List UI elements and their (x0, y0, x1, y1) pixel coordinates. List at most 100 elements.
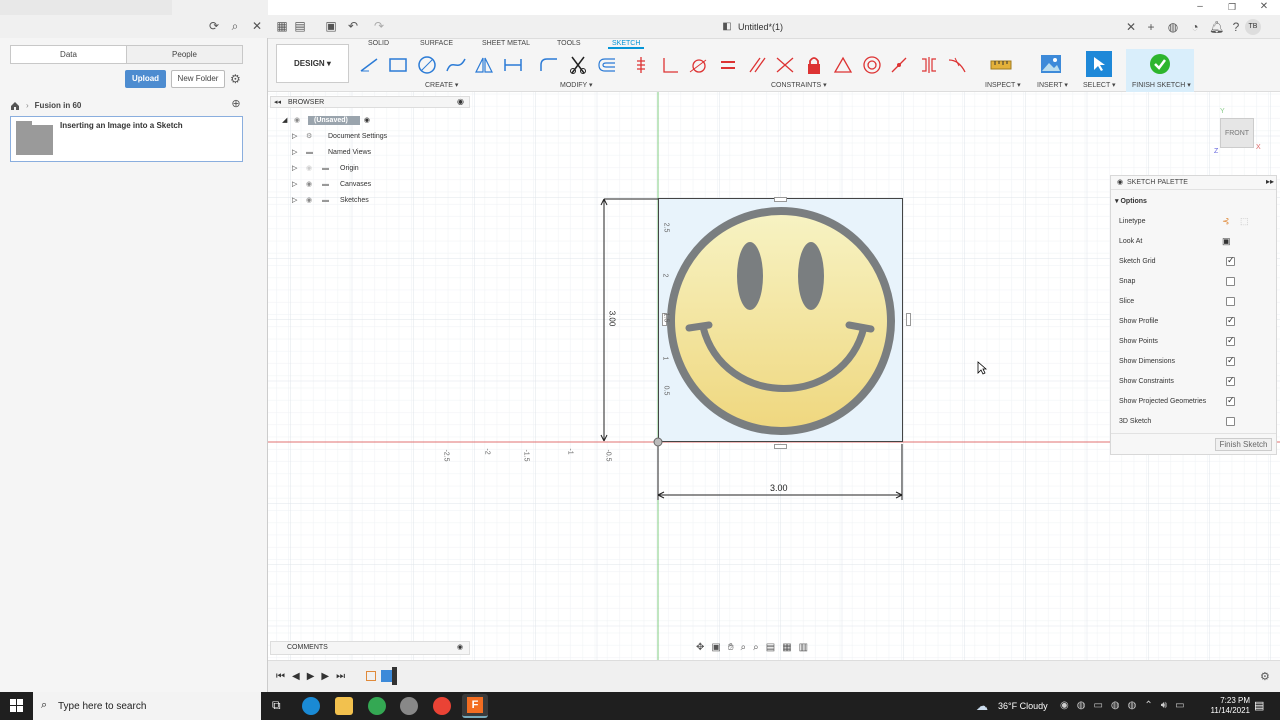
tab-tools[interactable]: TOOLS (557, 40, 581, 47)
vertical-dimension[interactable]: 3.00 (607, 311, 616, 327)
tab-surface[interactable]: SURFACE (420, 40, 453, 47)
play-icon[interactable]: ▶︎ (307, 671, 315, 682)
circle-tool-icon[interactable] (416, 54, 438, 76)
tray-app2-icon[interactable]: ◍ (1111, 700, 1120, 711)
tray-drive-icon[interactable]: ▭ (1093, 700, 1102, 711)
chrome-icon-2[interactable] (433, 697, 451, 715)
palette-toggle-icon[interactable]: ◉ (1117, 178, 1123, 186)
browser-item[interactable]: ▷ ◉ ▬ Sketches (292, 193, 369, 207)
project-item[interactable]: Inserting an Image into a Sketch (10, 116, 243, 162)
expand-arrow-icon[interactable]: ▷ (292, 196, 306, 204)
timeline-canvas-feature-icon[interactable] (366, 671, 376, 681)
orbit-icon[interactable]: ✥ (696, 642, 704, 656)
palette-header[interactable]: ◉ SKETCH PALETTE ▸▸ (1111, 176, 1276, 190)
step-back-icon[interactable]: ◀︎ (292, 671, 300, 682)
edge-icon[interactable] (302, 697, 320, 715)
browser-item[interactable]: ▷ ◉ ▬ Origin (292, 161, 359, 175)
timeline-settings-gear-icon[interactable]: ⚙ (1260, 670, 1270, 683)
sketch-grid-checkbox[interactable] (1226, 255, 1235, 266)
select-icon[interactable] (1086, 51, 1112, 77)
tab-data[interactable]: Data (11, 46, 127, 63)
3d-sketch-checkbox[interactable] (1226, 417, 1235, 426)
palette-section-options[interactable]: ▾ Options (1115, 197, 1147, 205)
tray-chevron-icon[interactable]: ⌃ (1144, 700, 1152, 711)
mirror-tool-icon[interactable] (473, 54, 495, 76)
visibility-eye-icon[interactable]: ◉ (306, 164, 322, 172)
save-icon[interactable]: ▣ (324, 19, 338, 33)
chrome-icon[interactable] (368, 697, 386, 715)
home-icon[interactable] (10, 101, 20, 110)
canvas-image[interactable] (658, 197, 911, 449)
job-status-icon[interactable]: ◔ (1188, 20, 1202, 34)
new-folder-button[interactable]: New Folder (171, 70, 225, 88)
collinear-icon[interactable] (659, 54, 681, 76)
expand-icon[interactable]: ◢ (282, 116, 294, 124)
group-create[interactable]: CREATE ▾ (425, 81, 458, 89)
extensions-icon[interactable]: ◍ (1166, 20, 1180, 34)
tab-solid[interactable]: SOLID (368, 40, 389, 47)
comments-panel[interactable]: COMMENTS ◉ (270, 641, 470, 655)
pan-icon[interactable]: ✋︎ (728, 642, 734, 656)
zoom-icon[interactable]: ⌕ (741, 642, 747, 656)
tangent-icon[interactable] (687, 54, 709, 76)
viewcube[interactable]: FRONT (1220, 118, 1254, 148)
parallel-icon[interactable] (746, 54, 768, 76)
spline-tool-icon[interactable] (445, 54, 467, 76)
tab-sheet-metal[interactable]: SHEET METAL (482, 40, 530, 47)
linetype-construction-icon[interactable]: ⊰ (1222, 216, 1230, 227)
weather-text[interactable]: 36°F Cloudy (998, 701, 1048, 711)
tray-app-icon[interactable]: ◍ (1077, 700, 1086, 711)
group-modify[interactable]: MODIFY ▾ (560, 81, 593, 89)
group-inspect[interactable]: INSPECT ▾ (985, 81, 1021, 89)
go-to-end-icon[interactable]: ⏭︎ (336, 671, 345, 682)
browser-toggle-icon[interactable]: ◉ (457, 97, 464, 106)
windows-start-icon[interactable] (10, 699, 24, 713)
tray-chrome-icon[interactable]: ◉ (1060, 700, 1069, 711)
redo-icon[interactable]: ↷ (372, 19, 386, 33)
new-tab-icon[interactable]: + (1144, 20, 1158, 34)
network-icon[interactable]: ▭ (1175, 700, 1184, 711)
help-icon[interactable]: ? (1229, 20, 1243, 34)
group-finish-sketch[interactable]: FINISH SKETCH ▾ (1132, 81, 1191, 89)
globe-icon[interactable]: ⊕ (229, 97, 243, 111)
collapse-icon[interactable]: ◂◂ (274, 98, 281, 106)
taskbar-search[interactable]: ⌕ Type here to search (33, 692, 261, 720)
coincident-icon[interactable] (630, 54, 652, 76)
resize-handle-right[interactable] (906, 313, 911, 326)
go-to-start-icon[interactable]: ⏮︎ (276, 671, 285, 682)
fillet-tool-icon[interactable] (538, 54, 560, 76)
step-forward-icon[interactable]: ▶︎ (321, 671, 329, 682)
notifications-icon[interactable]: 🔔︎ (1209, 20, 1224, 34)
perpendicular-icon[interactable] (774, 54, 796, 76)
group-constraints[interactable]: CONSTRAINTS ▾ (771, 81, 827, 89)
active-radio-icon[interactable]: ◉ (364, 116, 370, 124)
browser-item[interactable]: ▷ ⚙ Document Settings (292, 129, 387, 143)
search-icon[interactable]: ⌕ (228, 19, 242, 33)
browser-item[interactable]: ▷ ◉ ▬ Canvases (292, 177, 371, 191)
insert-image-icon[interactable] (1039, 52, 1063, 76)
visibility-eye-icon[interactable]: ◉ (294, 116, 308, 124)
tab-people[interactable]: People (127, 46, 242, 63)
tab-sketch[interactable]: SKETCH (608, 40, 645, 49)
expand-arrow-icon[interactable]: ▷ (292, 180, 306, 188)
speaker-icon[interactable]: 🔊︎ (1161, 700, 1167, 711)
minimize-icon[interactable]: – (1193, 0, 1207, 14)
visibility-eye-icon[interactable]: ◉ (306, 180, 322, 188)
dimension-tool-icon[interactable] (502, 54, 524, 76)
user-avatar[interactable]: TB (1245, 19, 1261, 35)
group-select[interactable]: SELECT ▾ (1083, 81, 1116, 89)
linetype-centerline-icon[interactable]: ⬚ (1240, 216, 1249, 227)
zoom-window-icon[interactable]: ⌕ (753, 642, 759, 656)
tab-close-icon[interactable]: ✕ (1124, 20, 1138, 34)
display-settings-icon[interactable]: ▤ (766, 642, 775, 656)
finish-sketch-check-icon[interactable] (1148, 52, 1172, 76)
task-view-icon[interactable]: ⧉ (272, 698, 281, 713)
undo-icon[interactable]: ↶ (346, 19, 360, 33)
window-close-icon[interactable]: ✕ (1257, 0, 1271, 14)
workspace-switcher[interactable]: DESIGN ▾ (276, 44, 349, 83)
expand-arrow-icon[interactable]: ▷ (292, 132, 306, 140)
file-icon[interactable]: ▤ (293, 19, 307, 33)
show-projected-checkbox[interactable] (1226, 395, 1235, 406)
look-at-icon[interactable]: ▣ (711, 642, 720, 656)
browser-item[interactable]: ▷ ▬ Named Views (292, 145, 371, 159)
